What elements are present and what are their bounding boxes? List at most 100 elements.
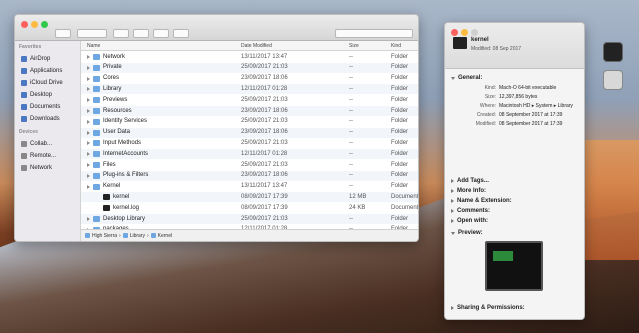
disclosure-icon[interactable] — [87, 87, 90, 92]
table-row[interactable]: Plug-ins & Filters 23/09/2017 18:06 -- Fold… — [81, 170, 418, 181]
table-row[interactable]: Private 25/09/2017 21:03 -- Folder — [81, 62, 418, 73]
document-icon — [103, 205, 110, 212]
row-date: 12/11/2017 01:28 — [241, 150, 288, 157]
info-section-preview[interactable]: Preview: — [451, 230, 483, 236]
sidebar-item-desktop[interactable]: Desktop — [21, 89, 77, 100]
info-section-sharing[interactable]: Sharing & Permissions: — [451, 305, 525, 311]
row-date: 12/11/2017 01:28 — [241, 85, 288, 92]
info-header[interactable]: kernel Modified: 08 Sep 2017 — [445, 23, 584, 69]
row-size: 24 KB — [349, 204, 366, 211]
path-item[interactable]: Library — [130, 233, 145, 239]
search-input[interactable] — [335, 29, 413, 38]
disclosure-closed-icon — [451, 209, 454, 213]
disclosure-icon[interactable] — [87, 141, 90, 146]
info-row-where: Where: Macintosh HD ▸ System ▸ Library — [479, 103, 573, 109]
sidebar-item-downloads[interactable]: Downloads — [21, 113, 77, 124]
disclosure-icon[interactable] — [87, 163, 90, 167]
table-row[interactable]: Desktop Library 25/09/2017 21:03 -- Folder — [81, 214, 418, 224]
info-zoom-button[interactable] — [471, 29, 478, 36]
disclosure-closed-icon — [451, 199, 454, 203]
sidebar-item-applications[interactable]: Applications — [21, 65, 77, 76]
info-row-kind: Kind: Mach-O 64-bit executable — [484, 85, 557, 91]
minimize-button[interactable] — [31, 21, 38, 28]
info-close-button[interactable] — [451, 29, 458, 36]
terminal-screen-icon — [493, 251, 513, 261]
column-name[interactable]: Name — [87, 43, 100, 49]
desktop-file-icon[interactable] — [603, 70, 623, 90]
path-item[interactable]: Kernel — [158, 233, 172, 239]
disclosure-icon[interactable] — [87, 173, 90, 178]
table-row[interactable]: User Data 23/09/2017 18:06 -- Folder — [81, 127, 418, 138]
disclosure-closed-icon — [451, 219, 454, 223]
row-kind: Folder — [391, 129, 409, 136]
disclosure-icon[interactable] — [87, 184, 90, 189]
disk-icon — [21, 152, 27, 159]
disclosure-icon[interactable] — [87, 65, 90, 70]
row-size: -- — [349, 150, 353, 157]
row-date: 23/09/2017 18:06 — [241, 129, 288, 136]
table-row[interactable]: Kernel 13/11/2017 13:47 -- Folder — [81, 182, 418, 192]
table-row[interactable]: Cores 23/09/2017 18:06 -- Folder — [81, 74, 418, 84]
row-kind: Folder — [391, 183, 409, 190]
sidebar-item-device-3[interactable]: Network — [21, 162, 77, 173]
column-date[interactable]: Date Modified — [241, 43, 272, 49]
document-icon — [103, 194, 110, 201]
sidebar-item-device-2[interactable]: Remote... — [21, 150, 77, 161]
sidebar-item-icloud[interactable]: iCloud Drive — [21, 77, 77, 88]
disclosure-icon[interactable] — [87, 98, 90, 103]
row-name: InternetAccounts — [103, 150, 149, 157]
column-size[interactable]: Size — [349, 43, 359, 49]
info-minimize-button[interactable] — [461, 29, 468, 36]
view-mode-button[interactable] — [77, 29, 107, 38]
folder-icon — [93, 216, 100, 222]
table-row[interactable]: Library 12/11/2017 01:28 -- Folder — [81, 84, 418, 95]
column-kind[interactable]: Kind — [391, 43, 401, 49]
tags-button[interactable] — [173, 29, 189, 38]
table-row[interactable]: Files 25/09/2017 21:03 -- Folder — [81, 160, 418, 170]
sidebar-item-documents[interactable]: Documents — [21, 101, 77, 112]
info-section-name-extension[interactable]: Name & Extension: — [451, 198, 512, 204]
table-row[interactable]: Identity Services 25/09/2017 21:03 -- Folde… — [81, 117, 418, 127]
row-size: -- — [349, 118, 353, 125]
desktop-app-icon[interactable] — [603, 42, 623, 62]
folder-icon — [93, 140, 100, 147]
row-size: -- — [349, 129, 353, 136]
table-row[interactable]: Input Methods 25/09/2017 21:03 -- Folder — [81, 138, 418, 148]
table-row[interactable]: kernel.log 08/09/2017 17:39 24 KB Document — [81, 203, 418, 213]
back-forward-button[interactable] — [55, 29, 71, 38]
table-row[interactable]: Resources 23/09/2017 18:06 -- Folder — [81, 106, 418, 116]
disclosure-icon[interactable] — [87, 217, 90, 221]
table-row[interactable]: kernel 08/09/2017 17:39 12 MB Document — [81, 192, 419, 203]
info-section-open-with[interactable]: Open with: — [451, 218, 488, 224]
sidebar-favorites-heading: Favorites — [19, 44, 42, 50]
finder-titlebar[interactable] — [15, 15, 418, 41]
row-kind: Folder — [391, 150, 409, 157]
file-list: Name Date Modified Size Kind Network 13/1… — [81, 41, 419, 233]
info-section-more-info[interactable]: More Info: — [451, 188, 486, 194]
disclosure-icon[interactable] — [87, 109, 90, 113]
disclosure-icon[interactable] — [87, 152, 90, 157]
info-section-comments[interactable]: Comments: — [451, 208, 490, 214]
info-section-general[interactable]: General: — [451, 75, 482, 81]
disclosure-icon[interactable] — [87, 130, 90, 135]
disclosure-icon[interactable] — [87, 76, 90, 81]
zoom-button[interactable] — [41, 21, 48, 28]
disclosure-icon[interactable] — [87, 119, 90, 124]
path-item[interactable]: High Sierra — [92, 233, 117, 239]
row-name: Library — [103, 85, 122, 92]
sidebar-item-airdrop[interactable]: AirDrop — [21, 53, 77, 64]
sidebar-item-device-1[interactable]: Collab... — [21, 138, 77, 149]
disclosure-closed-icon — [451, 306, 454, 310]
table-row[interactable]: Previews 25/09/2017 21:03 -- Folder — [81, 95, 418, 105]
disclosure-icon[interactable] — [87, 55, 90, 59]
share-button[interactable] — [153, 29, 169, 38]
arrange-button[interactable] — [113, 29, 129, 38]
table-row[interactable]: Network 13/11/2017 13:47 -- Folder — [81, 52, 418, 62]
action-button[interactable] — [133, 29, 149, 38]
row-kind: Document — [391, 193, 419, 200]
close-button[interactable] — [21, 21, 28, 28]
folder-icon — [93, 54, 100, 60]
table-row[interactable]: InternetAccounts 12/11/2017 01:28 -- Folder — [81, 149, 418, 160]
row-kind: Folder — [391, 215, 409, 222]
info-section-tags[interactable]: Add Tags... — [451, 178, 489, 184]
